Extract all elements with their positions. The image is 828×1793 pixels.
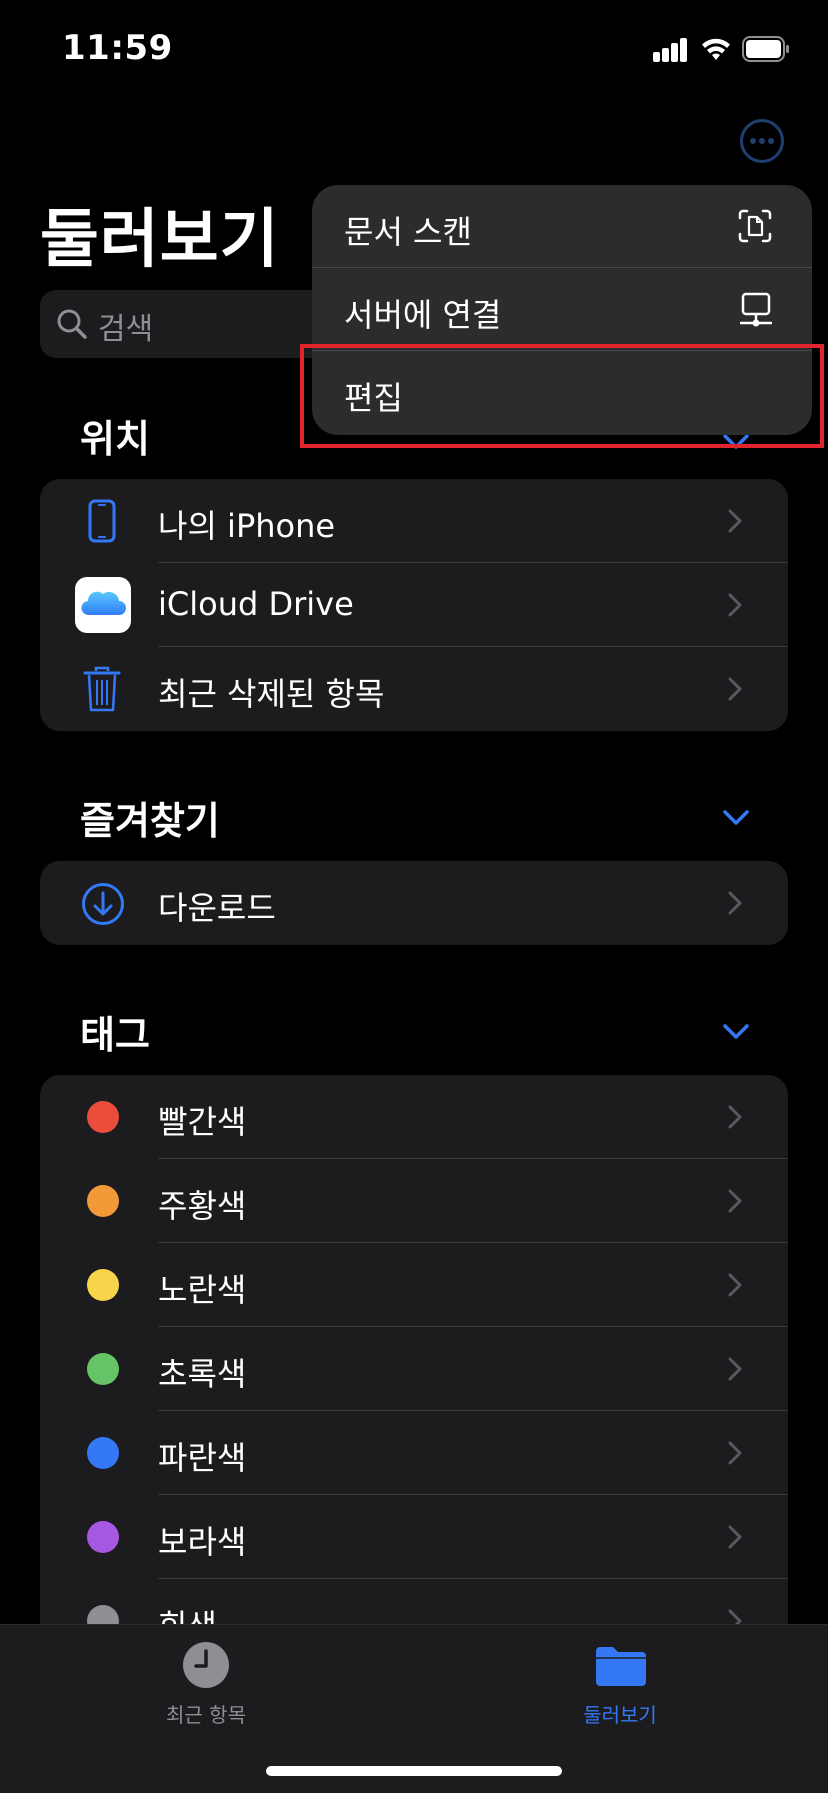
tag-color-dot [87, 1101, 119, 1133]
location-row-iphone[interactable]: 나의 iPhone [40, 479, 788, 563]
tag-row[interactable]: 노란색 [40, 1243, 788, 1327]
tag-label: 주황색 [158, 1187, 247, 1225]
tab-browse[interactable]: 둘러보기 [560, 1637, 680, 1747]
search-icon [57, 309, 87, 339]
menu-item-label: 문서 스캔 [344, 213, 472, 251]
tag-label: 보라색 [158, 1523, 247, 1561]
menu-item-label: 서버에 연결 [344, 296, 502, 334]
highlight-box [300, 344, 824, 448]
status-time: 11:59 [62, 28, 173, 68]
search-placeholder: 검색 [98, 312, 154, 347]
tag-row[interactable]: 초록색 [40, 1327, 788, 1411]
tag-color-dot [87, 1437, 119, 1469]
more-options-button[interactable] [740, 119, 784, 163]
tag-color-dot [87, 1185, 119, 1217]
wifi-icon [702, 38, 730, 60]
page-title: 둘러보기 [40, 203, 280, 277]
iphone-icon [88, 499, 116, 543]
chevron-right-icon [728, 891, 742, 915]
location-label: 나의 iPhone [158, 507, 336, 545]
locations-list: 나의 iPhone iCloud Drive 최근 삭제된 항목 [40, 479, 788, 731]
location-row-icloud-drive[interactable]: iCloud Drive [40, 563, 788, 647]
favorites-list: 다운로드 [40, 861, 788, 945]
trash-icon [83, 666, 121, 712]
tag-row[interactable]: 주황색 [40, 1159, 788, 1243]
tag-label: 파란색 [158, 1439, 247, 1477]
chevron-right-icon [728, 1441, 742, 1465]
favorite-row-downloads[interactable]: 다운로드 [40, 861, 788, 945]
chevron-down-icon[interactable] [723, 810, 749, 826]
favorite-label: 다운로드 [158, 889, 276, 927]
tag-label: 초록색 [158, 1355, 247, 1393]
chevron-right-icon [728, 677, 742, 701]
tag-label: 노란색 [158, 1271, 247, 1309]
chevron-right-icon [728, 1189, 742, 1213]
tab-label: 최근 항목 [166, 1703, 246, 1727]
section-title-favorites: 즐겨찾기 [80, 799, 220, 843]
download-icon [82, 883, 124, 925]
tag-label: 빨간색 [158, 1103, 247, 1141]
location-label: iCloud Drive [158, 585, 354, 623]
menu-item-scan-documents[interactable]: 문서 스캔 [312, 185, 812, 268]
menu-item-connect-server[interactable]: 서버에 연결 [312, 268, 812, 351]
tab-recents[interactable]: 최근 항목 [140, 1637, 272, 1747]
chevron-right-icon [728, 1357, 742, 1381]
chevron-down-icon[interactable] [723, 1024, 749, 1040]
tag-row[interactable]: 파란색 [40, 1411, 788, 1495]
location-label: 최근 삭제된 항목 [158, 675, 385, 713]
tag-color-dot [87, 1269, 119, 1301]
doc-scan-icon [738, 209, 772, 243]
tags-list: 빨간색 주황색 노란색 초록색 파란색 보라색 회색 [40, 1075, 788, 1675]
tag-color-dot [87, 1521, 119, 1553]
clock-icon [183, 1642, 229, 1688]
more-dot-icon [750, 138, 756, 144]
cellular-signal-icon [653, 38, 689, 62]
server-icon [740, 292, 772, 327]
tag-color-dot [87, 1353, 119, 1385]
tab-label: 둘러보기 [583, 1703, 657, 1727]
tag-row[interactable]: 빨간색 [40, 1075, 788, 1159]
tag-row[interactable]: 보라색 [40, 1495, 788, 1579]
icloud-drive-icon [75, 577, 131, 633]
battery-icon [742, 36, 789, 62]
chevron-right-icon [728, 593, 742, 617]
home-indicator [266, 1766, 562, 1776]
folder-icon [596, 1647, 646, 1686]
chevron-right-icon [728, 509, 742, 533]
chevron-right-icon [728, 1105, 742, 1129]
section-title-locations: 위치 [80, 417, 150, 461]
location-row-recently-deleted[interactable]: 최근 삭제된 항목 [40, 647, 788, 731]
section-title-tags: 태그 [80, 1013, 150, 1057]
chevron-right-icon [728, 1525, 742, 1549]
chevron-right-icon [728, 1273, 742, 1297]
